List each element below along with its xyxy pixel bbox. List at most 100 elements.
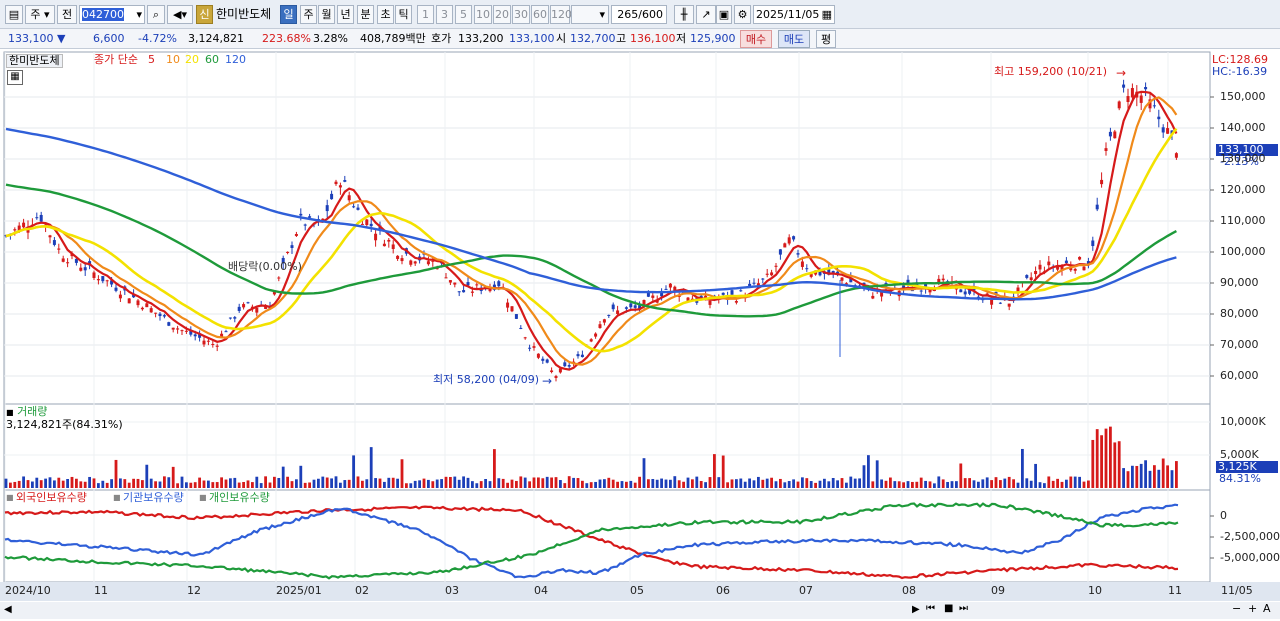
count-select[interactable]: ▾	[571, 5, 609, 24]
volume-bar	[999, 480, 1002, 488]
candle-body	[202, 340, 206, 345]
sound-icon[interactable]: ◀▾	[167, 5, 193, 24]
timeframe-6[interactable]: 틱	[395, 5, 412, 24]
zoom-out-icon[interactable]: −	[1232, 603, 1241, 615]
timeframe-0[interactable]: 일	[280, 5, 297, 24]
search-icon[interactable]: ⌕	[147, 5, 165, 24]
count-button-2[interactable]: 5	[455, 5, 472, 24]
volume-bar	[281, 466, 285, 488]
volume-bar	[1126, 471, 1130, 488]
volume-bar	[449, 476, 452, 488]
candle-body	[1007, 303, 1011, 307]
volume-bar	[48, 477, 52, 488]
timeframe-5[interactable]: 초	[377, 5, 394, 24]
sell-button[interactable]: 매도	[778, 30, 810, 48]
candle-body	[554, 376, 558, 378]
code-dropdown-icon[interactable]: ▾	[136, 6, 142, 23]
candle-body	[105, 280, 109, 282]
volume-bar	[968, 478, 971, 488]
count-button-3[interactable]: 10	[474, 5, 492, 24]
volume-bar	[409, 483, 413, 488]
candle-body	[1047, 261, 1051, 266]
grid-icon[interactable]: ▦	[7, 70, 23, 85]
volume-bar	[4, 478, 8, 488]
candle-body	[290, 245, 294, 248]
candle-body	[1034, 271, 1038, 275]
candle-body	[792, 236, 796, 240]
evaluate-button[interactable]: 평	[816, 30, 836, 48]
volume-bar	[933, 483, 936, 488]
scroll-left-icon[interactable]: ◀	[4, 604, 12, 616]
volume-bar	[761, 479, 765, 488]
nav-last-icon[interactable]: ⏭	[959, 603, 968, 615]
count-button-0[interactable]: 1	[417, 5, 434, 24]
count-button-5[interactable]: 30	[512, 5, 530, 24]
candle-body	[1166, 128, 1170, 134]
candle-body	[523, 337, 527, 339]
count-field[interactable]: 265/600	[611, 5, 667, 24]
volume-bar	[708, 477, 712, 488]
timeframe-4[interactable]: 분	[357, 5, 374, 24]
volume-bar	[748, 478, 751, 488]
chart-svg[interactable]: →→	[0, 50, 1280, 621]
stock-code-input[interactable]: 042700 ▾	[79, 5, 145, 24]
timeframe-3[interactable]: 년	[337, 5, 354, 24]
timeframe-1[interactable]: 주	[300, 5, 317, 24]
volume-bar	[1175, 461, 1178, 488]
candle-icon[interactable]: ╫	[674, 5, 694, 24]
ma-legend-10: 10	[166, 53, 180, 66]
count-dropdown-icon: ▾	[599, 8, 605, 21]
volume-bar	[805, 478, 809, 488]
nav-first-icon[interactable]: ⏮	[926, 603, 935, 615]
count-button-6[interactable]: 60	[531, 5, 549, 24]
change-percent: -4.72%	[138, 32, 177, 45]
volume-bar	[1025, 478, 1029, 488]
volume-bar	[457, 479, 461, 488]
candle-body	[633, 305, 637, 308]
scroll-bar[interactable]	[0, 602, 1280, 619]
draw-icon[interactable]: ↗	[696, 5, 716, 24]
font-size-icon[interactable]: A	[1263, 603, 1271, 615]
volume-bar	[823, 478, 826, 488]
zoom-in-icon[interactable]: +	[1248, 603, 1257, 615]
volume-bar	[339, 482, 342, 488]
stop-icon[interactable]: ■	[944, 603, 953, 615]
candle-body	[334, 181, 338, 185]
volume-bar	[444, 476, 448, 488]
bid-price: 133,100	[509, 32, 555, 45]
volume-bar	[1056, 478, 1059, 488]
candle-body	[215, 345, 219, 347]
save-icon[interactable]: ▣	[716, 5, 732, 24]
candle-body	[1091, 240, 1095, 247]
holder-legend-2: 개인보유수량	[209, 491, 270, 504]
volume-bar	[735, 479, 738, 488]
calendar-icon[interactable]: ▦	[822, 6, 832, 23]
volume-bar	[858, 478, 861, 488]
candle-body	[294, 234, 298, 236]
gear-icon[interactable]: ⚙	[734, 5, 751, 24]
volume-bar	[625, 481, 628, 488]
volume-bar	[1051, 480, 1055, 488]
date-input[interactable]: 2025/11/05 ▦	[753, 5, 835, 24]
count-button-1[interactable]: 3	[436, 5, 453, 24]
volume-bar	[422, 478, 426, 488]
chart-menu-icon[interactable]: ▤	[5, 5, 23, 24]
count-button-7[interactable]: 120	[550, 5, 572, 24]
volume-bar	[475, 483, 479, 488]
volume-bar	[57, 477, 61, 488]
count-button-4[interactable]: 20	[493, 5, 511, 24]
volume-bar	[845, 482, 848, 488]
volume-bar	[79, 481, 83, 488]
candle-body	[519, 327, 523, 329]
open-price: 132,700	[570, 32, 616, 45]
scroll-right-icon[interactable]: ▶	[912, 604, 920, 616]
buy-button[interactable]: 매수	[740, 30, 772, 48]
candle-body	[330, 193, 334, 200]
price-tick-label: 100,000	[1220, 245, 1266, 258]
timeframe-2[interactable]: 월	[318, 5, 335, 24]
volume-bar	[233, 477, 237, 488]
price-panel-title[interactable]: 한미반도체	[6, 54, 63, 68]
prev-button[interactable]: 전	[57, 5, 77, 24]
candle-body	[796, 253, 800, 255]
period-select[interactable]: 주 ▾	[25, 5, 55, 24]
